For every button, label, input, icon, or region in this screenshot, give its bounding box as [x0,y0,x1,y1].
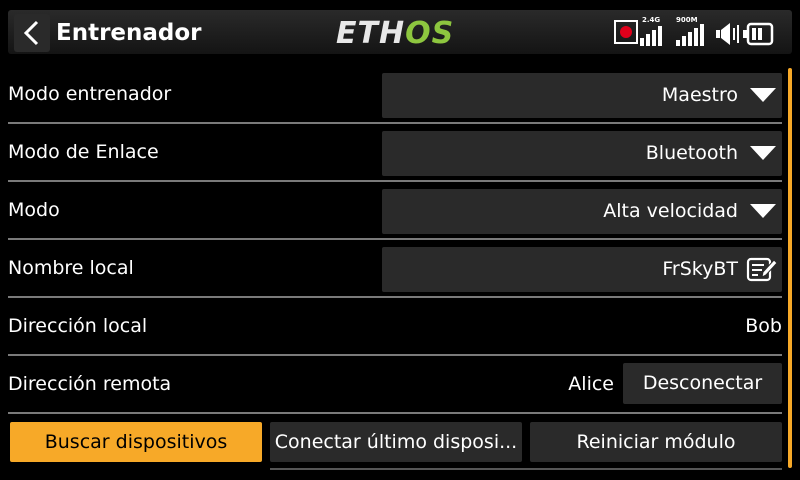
dropdown-arrow-icon [750,204,776,218]
divider [8,296,782,298]
link-mode-dropdown[interactable]: Bluetooth [382,131,782,176]
local-name-field[interactable]: FrSkyBT [382,247,782,292]
back-button[interactable] [14,14,50,52]
row-local-name: Nombre local FrSkyBT [0,242,782,298]
mode-value: Alta velocidad [603,200,738,222]
volume-icon [716,23,739,45]
rssi-900m-label: 900M [676,16,698,24]
local-name-label: Nombre local [8,257,134,279]
battery-icon [743,22,774,46]
edit-icon [746,257,778,282]
trainer-mode-dropdown[interactable]: Maestro [382,73,782,118]
row-trainer-mode: Modo entrenador Maestro [0,68,782,124]
trainer-mode-value: Maestro [661,84,738,106]
rssi-24g-label: 2.4G [642,16,661,24]
divider [8,412,782,414]
scrollbar[interactable] [788,68,792,468]
reset-module-button[interactable]: Reiniciar módulo [530,422,782,462]
divider [8,238,782,240]
row-link-mode: Modo de Enlace Bluetooth [0,126,782,182]
divider [8,122,782,124]
local-name-value: FrSkyBT [662,258,738,280]
local-address-value: Bob [745,315,782,337]
connect-last-device-button[interactable]: Conectar último disposi... [270,422,522,462]
mode-dropdown[interactable]: Alta velocidad [382,189,782,234]
divider [8,180,782,182]
trainer-mode-label: Modo entrenador [8,83,172,105]
signal-24g-icon [640,26,662,46]
link-mode-label: Modo de Enlace [8,141,159,163]
row-mode: Modo Alta velocidad [0,184,782,240]
local-address-label: Dirección local [8,315,148,337]
page-title: Entrenador [56,20,202,46]
remote-address-value: Alice [568,373,614,395]
record-icon [614,20,638,44]
dropdown-arrow-icon [750,88,776,102]
divider [8,354,782,356]
row-local-address: Dirección local Bob [0,300,782,356]
row-remote-address: Dirección remota Alice Desconectar [0,358,782,414]
link-mode-value: Bluetooth [645,142,738,164]
signal-900m-icon [676,24,704,46]
dropdown-arrow-icon [750,146,776,160]
scan-devices-button[interactable]: Buscar dispositivos [10,422,262,462]
disconnect-button[interactable]: Desconectar [623,363,782,404]
remote-address-label: Dirección remota [8,373,172,395]
mode-label: Modo [8,199,60,221]
ethos-logo: ETHOS [336,16,455,51]
top-bar: Entrenador ETHOS 2.4G 900M [0,0,800,60]
divider [270,468,782,470]
chevron-left-icon [23,20,39,46]
